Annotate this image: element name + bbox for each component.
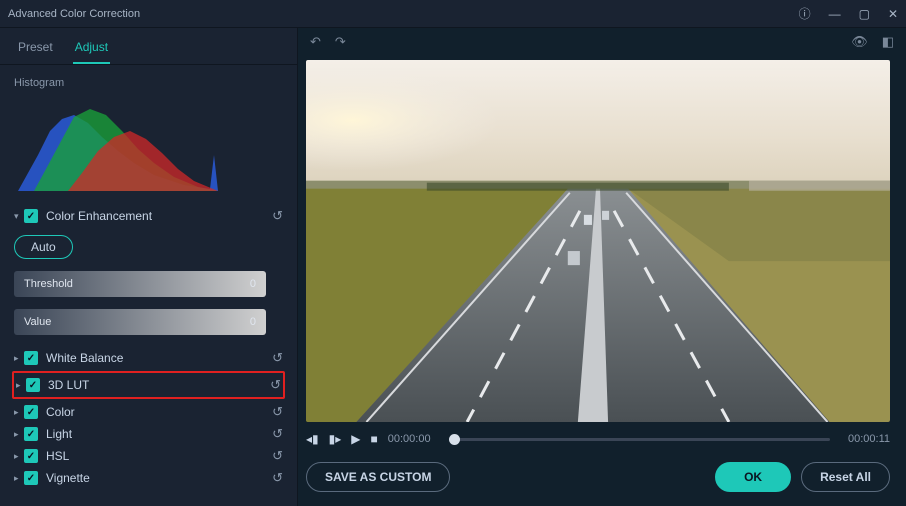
chevron-down-icon[interactable]: ▾	[14, 211, 24, 222]
prev-frame-icon[interactable]: ◂▮	[306, 432, 319, 446]
chevron-right-icon[interactable]: ▸	[14, 473, 24, 484]
play-icon[interactable]: ▶	[351, 432, 360, 446]
histogram-label: Histogram	[14, 77, 283, 89]
timeline-track[interactable]	[449, 438, 830, 441]
section-3d-lut: 3D LUT	[48, 378, 270, 392]
threshold-label: Threshold	[24, 278, 250, 290]
redo-icon[interactable]: ↷	[335, 34, 346, 50]
section-color-enhancement: Color Enhancement	[46, 209, 272, 223]
reset-icon[interactable]: ↺	[272, 426, 283, 442]
reset-all-button[interactable]: Reset All	[801, 462, 890, 492]
checkbox-light[interactable]: ✓	[24, 427, 38, 441]
compare-icon[interactable]: ◧	[882, 34, 894, 50]
checkbox-white-balance[interactable]: ✓	[24, 351, 38, 365]
checkbox-hsl[interactable]: ✓	[24, 449, 38, 463]
checkbox-color[interactable]: ✓	[24, 405, 38, 419]
help-icon[interactable]: ⓘ	[799, 5, 811, 22]
tab-adjust[interactable]: Adjust	[73, 36, 110, 64]
section-vignette: Vignette	[46, 471, 272, 485]
reset-icon[interactable]: ↺	[272, 470, 283, 486]
timeline-thumb[interactable]	[449, 434, 460, 445]
threshold-slider[interactable]: Threshold 0	[14, 271, 266, 297]
checkbox-vignette[interactable]: ✓	[24, 471, 38, 485]
checkbox-3d-lut[interactable]: ✓	[26, 378, 40, 392]
save-as-custom-button[interactable]: SAVE AS CUSTOM	[306, 462, 450, 492]
section-color: Color	[46, 405, 272, 419]
chevron-right-icon[interactable]: ▸	[14, 429, 24, 440]
section-white-balance: White Balance	[46, 351, 272, 365]
histogram-chart	[14, 95, 234, 195]
section-hsl: HSL	[46, 449, 272, 463]
chevron-right-icon[interactable]: ▸	[16, 380, 26, 391]
reset-icon[interactable]: ↺	[272, 448, 283, 464]
auto-button[interactable]: Auto	[14, 235, 73, 259]
eye-icon[interactable]: 👁	[851, 34, 868, 50]
undo-icon[interactable]: ↶	[310, 34, 321, 50]
reset-icon[interactable]: ↺	[272, 350, 283, 366]
chevron-right-icon[interactable]: ▸	[14, 407, 24, 418]
value-value: 0	[250, 316, 256, 328]
section-light: Light	[46, 427, 272, 441]
reset-icon[interactable]: ↺	[270, 377, 281, 393]
time-total: 00:00:11	[848, 433, 890, 445]
sidebar: Preset Adjust Histogram ▾ ✓ Color Enhanc…	[0, 28, 298, 506]
value-label: Value	[24, 316, 250, 328]
video-preview	[306, 60, 890, 422]
step-back-icon[interactable]: ▮▸	[329, 432, 342, 446]
value-slider[interactable]: Value 0	[14, 309, 266, 335]
reset-icon[interactable]: ↺	[272, 404, 283, 420]
stop-icon[interactable]: ■	[371, 432, 378, 446]
maximize-icon[interactable]: ▢	[859, 7, 870, 21]
reset-icon[interactable]: ↺	[272, 208, 283, 224]
window-title: Advanced Color Correction	[8, 8, 799, 20]
ok-button[interactable]: OK	[715, 462, 791, 492]
time-current: 00:00:00	[388, 433, 431, 445]
minimize-icon[interactable]: —	[829, 7, 841, 21]
tab-preset[interactable]: Preset	[16, 36, 55, 64]
chevron-right-icon[interactable]: ▸	[14, 451, 24, 462]
threshold-value: 0	[250, 278, 256, 290]
checkbox-color-enhancement[interactable]: ✓	[24, 209, 38, 223]
close-icon[interactable]: ✕	[888, 7, 898, 21]
chevron-right-icon[interactable]: ▸	[14, 353, 24, 364]
